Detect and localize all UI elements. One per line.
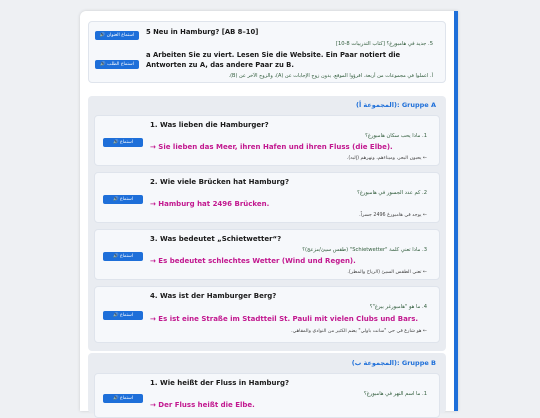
section-title-ar: 5. جديد في هامبورغ؟ [كتاب التدريبات 8-10… [335, 41, 433, 47]
group-a-title-de: Gruppe A [401, 101, 436, 109]
group-a-title: (المجموعة أ): Gruppe A [356, 101, 436, 109]
listen-button[interactable]: 🔊 استماع [103, 138, 143, 147]
question-text-ar: 1. ما اسم النهر في هامبورغ؟ [363, 391, 427, 397]
question-card: 🔊 استماع 3. Was bedeutet „Schietwetter“?… [94, 229, 440, 280]
listen-title-button[interactable]: 🔊 استماع العنوان [95, 31, 139, 40]
question-text: 4. Was ist der Hamburger Berg? [150, 292, 277, 300]
lesson-page: 🔊 استماع العنوان 🔊 استماع الطلب 5 Neu in… [80, 11, 458, 418]
answer-text: → Der Fluss heißt die Elbe. [150, 401, 255, 409]
answer-text-ar: ← هو شارع في حي "سانت باولي" يضم الكثير … [291, 329, 427, 334]
listen-button[interactable]: 🔊 استماع [103, 394, 143, 403]
listen-task-button[interactable]: 🔊 استماع الطلب [95, 60, 139, 69]
group-b: (المجموعة ب): Gruppe B 🔊 استماع 1. Wie h… [88, 353, 446, 418]
listen-button[interactable]: 🔊 استماع [103, 252, 143, 261]
answer-text: → Es ist eine Straße im Stadtteil St. Pa… [150, 315, 419, 323]
question-card: 🔊 استماع 1. Was lieben die Hamburger? 1.… [94, 115, 440, 166]
answer-text: → Sie lieben das Meer, ihren Hafen und i… [150, 143, 393, 151]
question-card: 🔊 استماع 4. Was ist der Hamburger Berg? … [94, 286, 440, 343]
question-card: 🔊 استماع 2. Wie viele Brücken hat Hambur… [94, 172, 440, 223]
question-text-ar: 1. ماذا يحب سكان هامبورغ؟ [365, 133, 427, 139]
answer-text-ar: ← يحبون البحر، وميناءهم، ونهرهم (إلبه). [346, 156, 427, 161]
section-title: 5 Neu in Hamburg? [AB 8–10] [146, 28, 259, 36]
question-text-ar: 4. ما هو "هامبورغر بيرغ"؟ [369, 304, 427, 310]
answer-text-ar: ← يوجد في هامبورغ 2496 جسراً. [359, 213, 427, 218]
group-b-title-de: Gruppe B [401, 359, 436, 367]
question-text: 1. Was lieben die Hamburger? [150, 121, 269, 129]
answer-text: → Hamburg hat 2496 Brücken. [150, 200, 270, 208]
header-card: 🔊 استماع العنوان 🔊 استماع الطلب 5 Neu in… [88, 21, 446, 83]
group-a-title-ar: (المجموعة أ): [355, 101, 400, 109]
listen-button[interactable]: 🔊 استماع [103, 311, 143, 320]
answer-text: → Es bedeutet schlechtes Wetter (Wind un… [150, 257, 356, 265]
question-text-ar: 2. كم عدد الجسور في هامبورغ؟ [357, 190, 427, 196]
question-text-ar: 3. ماذا تعني كلمة "Schietwetter" (طقس سي… [302, 247, 427, 253]
question-card: 🔊 استماع 1. Wie heißt der Fluss in Hambu… [94, 373, 440, 418]
question-text: 2. Wie viele Brücken hat Hamburg? [150, 178, 290, 186]
question-text: 1. Wie heißt der Fluss in Hamburg? [150, 379, 290, 387]
listen-button[interactable]: 🔊 استماع [103, 195, 143, 204]
group-b-title-ar: (المجموعة ب): [351, 359, 400, 367]
task-instructions: a Arbeiten Sie zu viert. Lesen Sie die W… [146, 51, 401, 69]
task-instructions-ar: أ. اعملوا في مجموعات من أربعة. اقرؤوا ال… [228, 73, 433, 79]
group-b-title: (المجموعة ب): Gruppe B [352, 359, 436, 367]
answer-text-ar: ← تعني الطقس السيئ (الرياح والمطر). [347, 270, 427, 275]
group-a: (المجموعة أ): Gruppe A 🔊 استماع 1. Was l… [88, 96, 446, 351]
question-text: 3. Was bedeutet „Schietwetter“? [150, 235, 282, 243]
